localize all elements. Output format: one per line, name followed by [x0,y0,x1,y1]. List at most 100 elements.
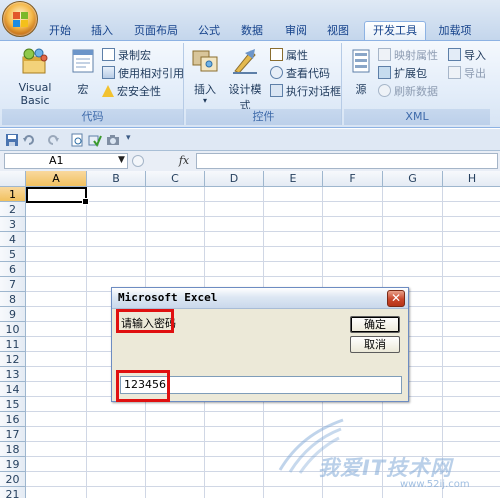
name-box-dropdown-icon[interactable]: ▼ [118,155,125,165]
gridline [26,426,500,427]
spelling-icon[interactable] [88,133,102,147]
office-button[interactable] [2,1,38,37]
properties-label: 属性 [286,49,308,62]
row-header[interactable]: 20 [0,472,26,487]
visual-basic-button[interactable]: Visual Basic [4,47,66,107]
run-dialog-button[interactable]: 执行对话框 [270,84,341,100]
tab-insert[interactable]: 插入 [82,22,122,40]
gridline [26,216,500,217]
expansion-packs-icon [378,66,391,79]
design-mode-button[interactable]: 设计模式 [224,47,266,113]
macros-button[interactable]: 宏 [68,47,98,97]
row-header[interactable]: 9 [0,307,26,322]
properties-button[interactable]: 属性 [270,48,308,64]
gridline [26,201,500,202]
insert-control-label: 插入 [194,83,216,96]
print-preview-icon[interactable] [70,133,84,147]
record-macro-icon [102,48,115,61]
column-header[interactable]: E [264,171,323,187]
cancel-button[interactable]: 取消 [350,336,400,353]
tab-home[interactable]: 开始 [40,22,80,40]
camera-icon[interactable] [106,133,120,147]
row-header[interactable]: 13 [0,367,26,382]
warning-icon [102,85,114,97]
column-header[interactable]: F [323,171,383,187]
column-header[interactable]: C [146,171,205,187]
row-header[interactable]: 2 [0,202,26,217]
customize-qat-icon[interactable]: ▾ [126,133,131,143]
gridline [26,411,500,412]
macro-security-label: 宏安全性 [117,85,161,98]
formula-expand-icon[interactable] [132,155,144,167]
row-header[interactable]: 21 [0,487,26,498]
view-code-button[interactable]: 查看代码 [270,66,330,82]
map-properties-icon [378,48,391,61]
column-header[interactable]: A [26,171,87,187]
row-header[interactable]: 4 [0,232,26,247]
ok-button[interactable]: 确定 [350,316,400,333]
insert-control-button[interactable]: 插入 ▾ [190,47,220,105]
row-header[interactable]: 6 [0,262,26,277]
run-dialog-label: 执行对话框 [286,85,341,98]
row-header[interactable]: 1 [0,187,26,202]
run-dialog-icon [270,84,283,97]
column-header[interactable]: D [205,171,264,187]
visual-basic-label: Visual Basic [18,81,52,107]
controls-group: 插入 ▾ 设计模式 属性 查看代码 执行对话框 控件 [186,43,342,125]
gridline [26,441,500,442]
import-label: 导入 [464,49,486,62]
column-header[interactable]: B [87,171,146,187]
tab-data[interactable]: 数据 [232,22,272,40]
redo-icon[interactable] [46,133,60,147]
macro-security-button[interactable]: 宏安全性 [102,84,161,100]
tab-page-layout[interactable]: 页面布局 [124,22,188,40]
row-header[interactable]: 17 [0,427,26,442]
ribbon-tab-bar: 开始 插入 页面布局 公式 数据 审阅 视图 开发工具 加载项 [0,0,500,41]
quick-access-toolbar: ▾ [0,129,500,151]
relative-refs-button[interactable]: 使用相对引用 [102,66,184,82]
dialog-title-bar[interactable]: Microsoft Excel ✕ [112,288,408,309]
row-header[interactable]: 18 [0,442,26,457]
row-header[interactable]: 10 [0,322,26,337]
refresh-data-label: 刷新数据 [394,85,438,98]
insert-function-icon[interactable]: fx [174,153,194,169]
row-header[interactable]: 5 [0,247,26,262]
tab-developer[interactable]: 开发工具 [364,21,426,41]
close-icon[interactable]: ✕ [387,290,405,307]
tab-add-ins[interactable]: 加载项 [430,22,480,40]
relative-refs-icon [102,66,115,79]
code-group-label: 代码 [2,109,183,125]
row-header[interactable]: 8 [0,292,26,307]
name-box[interactable]: A1 [4,153,128,169]
column-header[interactable]: G [383,171,443,187]
visual-basic-icon [22,48,48,74]
map-properties-button[interactable]: 映射属性 [378,48,438,64]
xml-export-button[interactable]: 导出 [448,66,486,82]
record-macro-button[interactable]: 录制宏 [102,48,151,64]
xml-source-button[interactable]: 源 [348,47,374,97]
select-all-corner[interactable] [0,171,26,187]
row-header[interactable]: 16 [0,412,26,427]
row-header[interactable]: 12 [0,352,26,367]
tab-formulas[interactable]: 公式 [190,22,228,40]
row-header[interactable]: 11 [0,337,26,352]
column-header[interactable]: H [443,171,500,187]
xml-source-label: 源 [355,83,367,96]
dropdown-arrow-icon: ▾ [202,96,207,105]
tab-view[interactable]: 视图 [318,22,358,40]
xml-import-button[interactable]: 导入 [448,48,486,64]
save-icon[interactable] [5,133,19,147]
row-header[interactable]: 3 [0,217,26,232]
refresh-data-button[interactable]: 刷新数据 [378,84,438,100]
row-header[interactable]: 15 [0,397,26,412]
undo-icon[interactable] [22,133,36,147]
expansion-packs-button[interactable]: 扩展包 [378,66,427,82]
row-header[interactable]: 14 [0,382,26,397]
dialog-title: Microsoft Excel [118,291,218,304]
formula-input[interactable] [196,153,498,169]
map-properties-label: 映射属性 [394,49,438,62]
row-header[interactable]: 19 [0,457,26,472]
active-cell-a1[interactable] [26,187,89,205]
tab-review[interactable]: 审阅 [276,22,316,40]
row-header[interactable]: 7 [0,277,26,292]
